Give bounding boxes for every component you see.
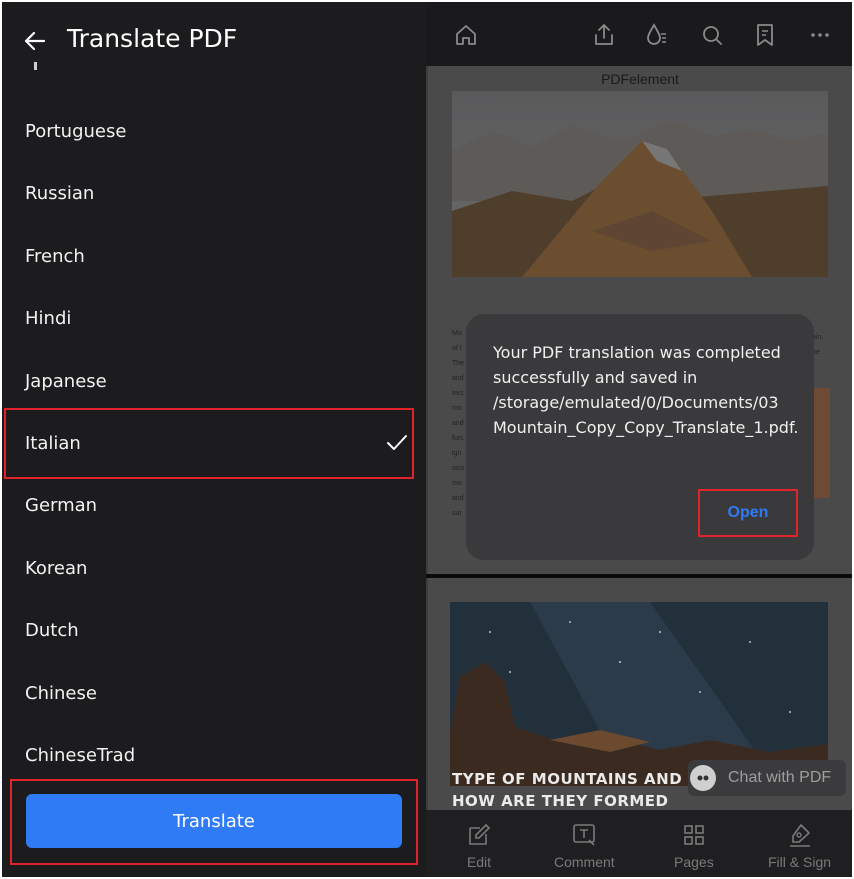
language-item-italian[interactable]: Italian	[2, 412, 426, 474]
check-icon	[387, 435, 407, 450]
language-label: German	[25, 494, 98, 516]
nav-label: Comment	[554, 854, 615, 870]
translate-highlight-box: Translate	[10, 779, 418, 865]
text-line: ain.	[812, 334, 824, 341]
ocr-icon[interactable]	[644, 22, 668, 48]
home-icon[interactable]	[454, 22, 478, 48]
pages-icon	[684, 825, 704, 845]
language-label: French	[25, 245, 85, 267]
language-item-french[interactable]: French	[2, 225, 426, 287]
pdf-header-text: PDFelement	[601, 71, 679, 87]
nav-label: Edit	[466, 854, 492, 870]
language-item-hindi[interactable]: Hindi	[2, 287, 426, 349]
open-highlight-box: Open	[698, 489, 798, 537]
nav-edit[interactable]: Edit	[466, 810, 492, 877]
chat-label: Chat with PDF	[728, 769, 832, 786]
mountain-image	[452, 91, 828, 277]
open-button[interactable]: Open	[700, 491, 796, 535]
language-item-portuguese[interactable]: Portuguese	[2, 100, 426, 162]
language-item-dutch[interactable]: Dutch	[2, 599, 426, 661]
nav-pages[interactable]: Pages	[674, 810, 714, 877]
language-label: Portuguese	[25, 120, 127, 142]
language-item-german[interactable]: German	[2, 474, 426, 536]
language-label: Dutch	[25, 619, 79, 641]
comment-icon	[573, 824, 596, 846]
language-item-chinese[interactable]: Chinese	[2, 662, 426, 724]
page-title: Translate PDF	[67, 24, 238, 53]
edit-icon	[469, 823, 491, 845]
translation-complete-dialog: Your PDF translation was completed succe…	[466, 314, 814, 560]
body-text-right: ain. he	[812, 330, 842, 360]
nav-label: Fill & Sign	[768, 854, 832, 870]
language-label: Chinese	[25, 682, 97, 704]
language-label: Russian	[25, 182, 95, 204]
nav-comment[interactable]: Comment	[554, 810, 615, 877]
translate-button[interactable]: Translate	[26, 794, 402, 848]
viewer-toolbar	[426, 2, 852, 66]
language-item-russian[interactable]: Russian	[2, 162, 426, 224]
night-sky-image	[450, 602, 828, 786]
scrolled-item-fragment	[34, 62, 37, 70]
text-line: he	[812, 349, 820, 356]
language-label: Korean	[25, 557, 88, 579]
more-icon[interactable]	[808, 22, 832, 48]
language-label: ChineseTrad	[25, 744, 136, 766]
top-bar: Translate PDF	[2, 2, 426, 74]
language-label: Hindi	[25, 307, 72, 329]
share-icon[interactable]	[592, 22, 616, 48]
nav-fill-sign[interactable]: Fill & Sign	[768, 810, 831, 877]
bottom-nav: Edit Comment Pages Fill & Sign	[426, 810, 852, 877]
language-item-japanese[interactable]: Japanese	[2, 350, 426, 412]
section-title: TYPE OF MOUNTAINS AND HOW ARE THEY FORME…	[452, 770, 683, 810]
language-item-korean[interactable]: Korean	[2, 537, 426, 599]
chat-with-pdf-button[interactable]: Chat with PDF	[688, 760, 846, 796]
nav-label: Pages	[674, 854, 714, 870]
search-icon[interactable]	[700, 22, 724, 48]
language-item-chinese-trad[interactable]: ChineseTrad	[2, 724, 426, 786]
bookmark-icon[interactable]	[753, 22, 777, 48]
image-fragment	[812, 388, 830, 498]
dialog-message: Your PDF translation was completed succe…	[493, 343, 799, 437]
language-label: Italian	[25, 432, 81, 454]
fill-sign-icon	[789, 824, 810, 847]
language-label: Japanese	[25, 370, 107, 392]
chat-bot-icon	[690, 765, 716, 791]
translate-panel: Translate PDF Portuguese Russian French …	[2, 2, 426, 877]
back-arrow-icon[interactable]	[22, 28, 48, 54]
